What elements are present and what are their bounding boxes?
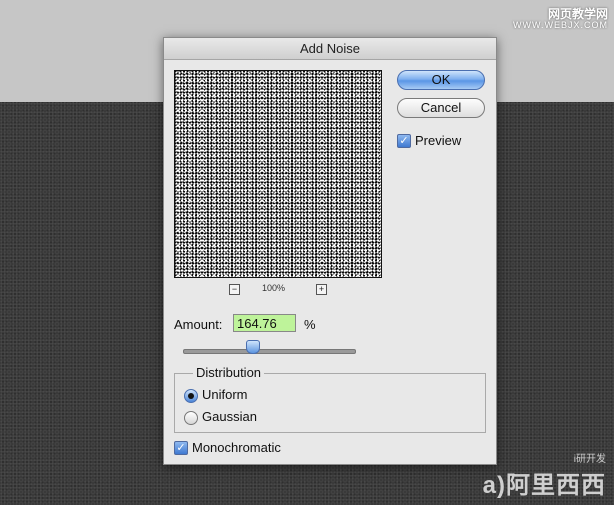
- checkmark-icon: ✓: [176, 442, 186, 454]
- gaussian-radio[interactable]: [184, 411, 198, 425]
- dialog-title: Add Noise: [164, 38, 496, 60]
- distribution-title: Distribution: [193, 365, 265, 380]
- amount-label: Amount:: [174, 317, 223, 332]
- zoom-in-button[interactable]: +: [316, 284, 327, 295]
- amount-slider-thumb[interactable]: [246, 340, 260, 354]
- zoom-out-button[interactable]: −: [229, 284, 240, 295]
- zoom-level: 100%: [262, 283, 286, 293]
- amount-slider[interactable]: [183, 349, 356, 354]
- cancel-button[interactable]: Cancel: [397, 98, 485, 118]
- watermark-small-text: i研开发: [573, 454, 606, 465]
- uniform-label: Uniform: [202, 387, 248, 402]
- preview-label: Preview: [415, 133, 462, 148]
- preview-checkbox[interactable]: ✓: [397, 134, 411, 148]
- watermark-site-url: WWW.WEBJX.COM: [513, 20, 608, 31]
- monochromatic-checkbox[interactable]: ✓: [174, 441, 188, 455]
- distribution-group: Distribution Uniform Gaussian: [174, 365, 486, 433]
- add-noise-dialog: Add Noise − 100% + OK Cancel ✓ Preview A…: [163, 37, 497, 465]
- watermark-bottom: i研开发 a)阿里西西: [483, 450, 606, 500]
- uniform-radio[interactable]: [184, 389, 198, 403]
- checkmark-icon: ✓: [399, 135, 409, 147]
- watermark-brand: a)阿里西西: [482, 472, 606, 499]
- noise-preview[interactable]: [174, 70, 382, 278]
- ok-button[interactable]: OK: [397, 70, 485, 90]
- gaussian-label: Gaussian: [202, 409, 257, 424]
- amount-unit: %: [304, 317, 316, 332]
- watermark-top: 网页教学网 WWW.WEBJX.COM: [513, 7, 608, 31]
- amount-input[interactable]: 164.76: [233, 314, 296, 332]
- monochromatic-label: Monochromatic: [192, 440, 281, 455]
